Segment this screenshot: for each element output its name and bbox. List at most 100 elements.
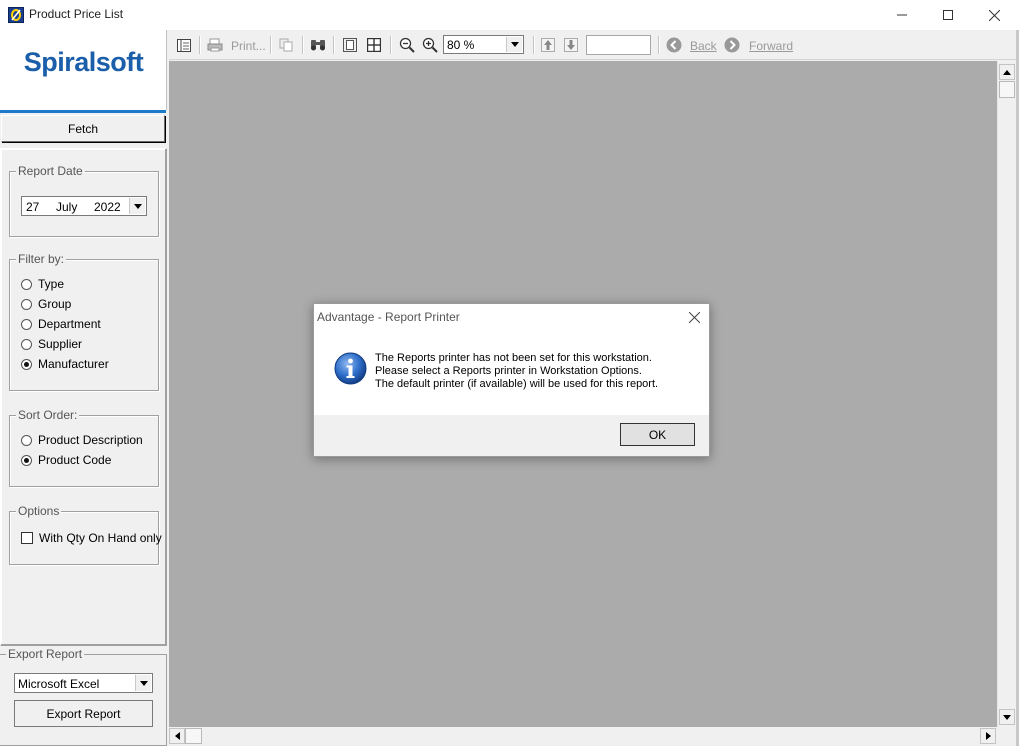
maximize-icon [943,10,953,20]
spiralsoft-logo: Spiralsoft [23,47,144,77]
fetch-button[interactable]: Fetch [1,115,165,142]
information-icon [334,352,367,385]
arrow-up-icon [541,38,555,52]
sort-description-radio[interactable] [21,434,32,446]
filter-group-radio[interactable] [21,298,32,310]
scroll-down-button[interactable] [999,709,1015,725]
filter-supplier-radio[interactable] [21,338,32,350]
qty-on-hand-checkbox[interactable] [21,532,33,544]
dialog-message-line: The default printer (if available) will … [375,378,659,390]
filter-group-label: Group [38,297,72,311]
filter-group-option[interactable]: Group [21,297,71,311]
vertical-scroll-thumb[interactable] [999,81,1015,98]
zoom-in-button[interactable] [422,37,438,53]
logo-accent-bar [0,110,166,113]
filter-type-radio[interactable] [21,278,32,290]
zoom-value: 80 % [447,38,475,52]
chevron-down-icon [139,680,148,686]
sort-order-group: Sort Order: Product Description Product … [9,408,159,487]
multi-page-button[interactable] [366,37,382,53]
print-icon[interactable] [207,37,223,53]
toolbar-separator [533,36,535,54]
app-logo-icon [8,7,24,23]
horizontal-scroll-thumb[interactable] [185,728,202,744]
export-format-select[interactable]: Microsoft Excel [14,673,153,693]
zoom-out-button[interactable] [399,37,415,53]
qty-on-hand-option[interactable]: With Qty On Hand only [21,531,162,545]
forward-label: Forward [749,39,794,53]
copy-button[interactable] [278,37,294,53]
chevron-down-icon [510,42,519,47]
qty-on-hand-label: With Qty On Hand only [39,531,162,545]
sort-code-radio[interactable] [21,454,32,466]
next-page-button[interactable] [563,37,579,53]
dialog-title: Advantage - Report Printer [317,310,460,324]
outline-icon [177,38,191,52]
filter-type-option[interactable]: Type [21,277,64,291]
maximize-button[interactable] [925,0,971,30]
single-page-button[interactable] [342,37,358,53]
print-button[interactable]: Print... [231,39,266,53]
forward-button[interactable]: Forward [749,39,793,53]
scroll-up-button[interactable] [999,64,1015,80]
export-format-dropdown-button[interactable] [135,675,151,691]
sort-code-label: Product Code [38,453,112,467]
scroll-left-button[interactable] [169,728,185,744]
multi-page-icon [367,38,381,52]
minimize-button[interactable] [879,0,925,30]
chevron-down-icon [1003,714,1011,720]
report-date-day[interactable]: 27 [26,200,39,214]
export-format-value: Microsoft Excel [18,677,100,691]
scroll-right-button[interactable] [980,728,996,744]
dialog-footer: OK [314,415,709,456]
window-title: Product Price List [29,7,124,21]
sort-order-legend: Sort Order: [16,408,80,422]
dialog-close-button[interactable] [684,308,704,326]
close-icon [688,311,700,323]
scrollbar-corner [997,727,1016,744]
report-date-legend: Report Date [16,164,85,178]
page-number-input[interactable] [586,35,651,55]
filter-manufacturer-radio[interactable] [21,358,32,370]
ok-button[interactable]: OK [620,423,695,446]
find-button[interactable] [310,37,326,53]
report-printer-dialog: Advantage - Report Printer The Reports p… [313,303,710,457]
arrow-down-icon [564,38,578,52]
sort-code-option[interactable]: Product Code [21,453,111,467]
back-label: Back [690,39,717,53]
zoom-dropdown-button[interactable] [506,37,522,52]
zoom-out-icon [399,37,415,53]
sort-description-option[interactable]: Product Description [21,433,143,447]
filter-manufacturer-label: Manufacturer [38,357,109,371]
binoculars-icon [311,40,325,51]
toolbar-separator [658,36,660,54]
outline-toggle-button[interactable] [176,37,192,53]
toolbar-separator [333,36,335,54]
single-page-icon [343,38,357,52]
chevron-up-icon [1003,69,1011,75]
date-dropdown-button[interactable] [129,198,145,214]
report-date-year[interactable]: 2022 [94,200,121,214]
copy-icon [279,38,293,52]
toolbar-separator [270,36,272,54]
filter-department-label: Department [38,317,101,331]
filter-manufacturer-option[interactable]: Manufacturer [21,357,109,371]
filter-department-radio[interactable] [21,318,32,330]
filter-by-group: Filter by: Type Group Department Supplie… [9,252,159,391]
zoom-select[interactable]: 80 % [443,35,524,54]
minimize-icon [897,14,907,16]
back-button[interactable]: Back [690,39,717,53]
vertical-scrollbar[interactable] [997,61,1016,727]
filter-supplier-option[interactable]: Supplier [21,337,82,351]
report-date-month[interactable]: July [56,200,77,214]
zoom-in-icon [422,37,438,53]
report-date-picker[interactable]: 27 July 2022 [21,196,147,216]
forward-arrow-icon[interactable] [724,37,740,53]
previous-page-button[interactable] [540,37,556,53]
back-arrow-icon[interactable] [666,37,682,53]
close-window-button[interactable] [971,0,1017,30]
title-bar: Product Price List [0,0,1019,30]
filter-department-option[interactable]: Department [21,317,101,331]
export-report-button[interactable]: Export Report [14,700,153,727]
horizontal-scrollbar[interactable] [169,727,997,744]
